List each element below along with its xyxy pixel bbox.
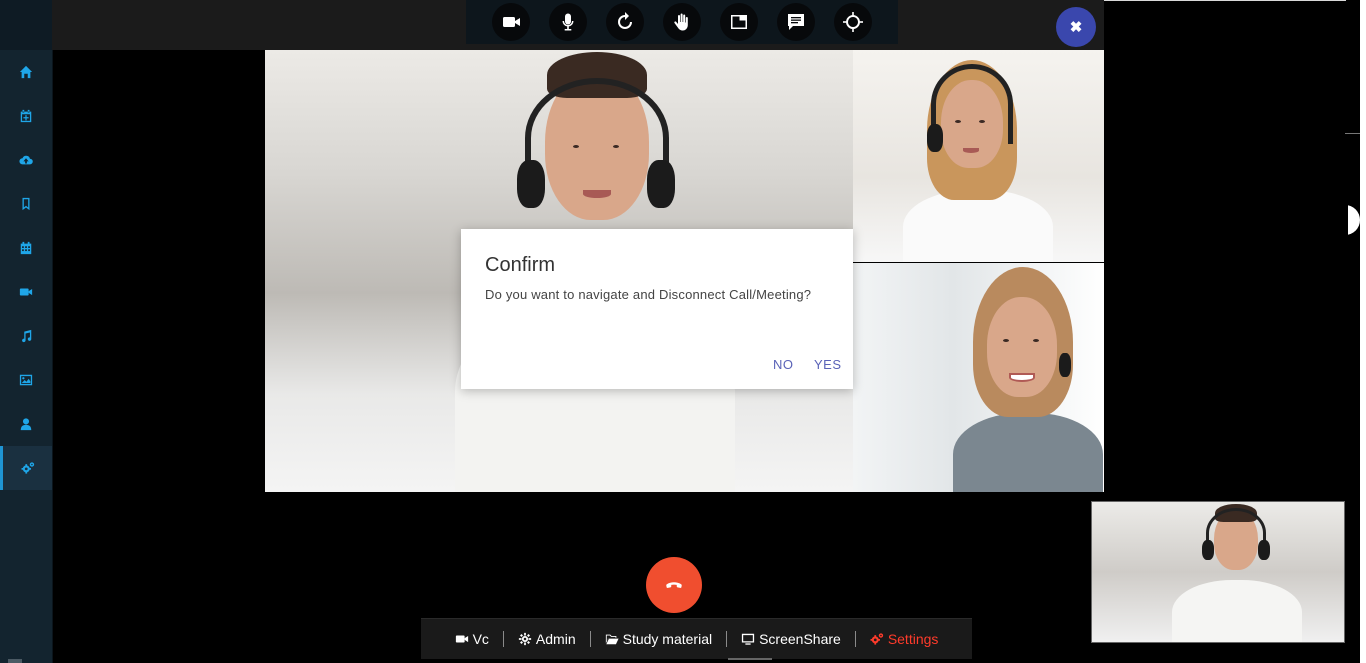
calendar-plus-icon	[20, 109, 32, 123]
camera-toggle-button[interactable]	[491, 3, 530, 41]
handle-mask	[1330, 200, 1348, 240]
video-icon	[19, 288, 33, 296]
calendar-icon	[20, 241, 32, 255]
user-icon	[20, 418, 32, 431]
self-preview-video[interactable]	[1091, 501, 1345, 643]
cogs-icon	[870, 633, 883, 645]
tab-admin-label: Admin	[535, 631, 576, 647]
close-icon: ✖	[1069, 19, 1083, 36]
sidebar-item-music[interactable]	[0, 314, 52, 358]
tab-vc[interactable]: Vc	[441, 631, 503, 647]
layout-icon	[731, 15, 748, 29]
cloud-upload-icon	[19, 155, 33, 165]
close-call-button[interactable]: ✖	[1056, 7, 1096, 47]
hang-up-icon	[666, 582, 682, 588]
dialog-title: Confirm	[485, 254, 556, 276]
tab-settings-label: Settings	[887, 631, 939, 647]
tab-screenshare[interactable]: ScreenShare	[727, 631, 855, 647]
sidebar-item-upload[interactable]	[0, 138, 52, 182]
cogs-icon	[21, 462, 34, 474]
sidebar-item-gallery[interactable]	[0, 358, 52, 402]
sidebar-item-video[interactable]	[0, 270, 52, 314]
video-camera-icon	[455, 635, 468, 643]
image-icon	[19, 374, 33, 386]
focus-button[interactable]	[834, 3, 873, 41]
mic-toggle-button[interactable]	[548, 3, 587, 41]
home-icon	[19, 65, 33, 79]
refresh-button[interactable]	[605, 3, 644, 41]
bookmark-icon	[22, 197, 30, 211]
raise-hand-button[interactable]	[662, 3, 701, 41]
participant-video-2[interactable]	[853, 50, 1104, 262]
tab-screenshare-label: ScreenShare	[759, 631, 841, 647]
gear-icon	[518, 632, 532, 646]
tab-settings[interactable]: Settings	[856, 631, 953, 647]
divider	[1104, 0, 1346, 1]
sidebar-item-home[interactable]	[0, 50, 52, 94]
bottom-tab-bar: Vc Admin Study material ScreenShare Sett…	[421, 618, 972, 659]
participant-avatar-woman-1	[903, 50, 1053, 262]
crosshair-icon	[843, 12, 864, 32]
sidebar-item-bookmarks[interactable]	[0, 182, 52, 226]
microphone-icon	[562, 13, 574, 31]
tab-vc-label: Vc	[472, 631, 489, 647]
window-edge	[1360, 0, 1366, 663]
participant-video-3[interactable]	[853, 263, 1104, 492]
sidebar-item-profile[interactable]	[0, 402, 52, 446]
raise-hand-icon	[674, 13, 688, 31]
sidebar-item-settings[interactable]	[0, 446, 52, 490]
music-icon	[22, 329, 32, 343]
folder-open-icon	[605, 634, 619, 645]
sidebar-item-add-event[interactable]	[0, 94, 52, 138]
video-camera-icon	[502, 17, 520, 27]
dialog-message: Do you want to navigate and Disconnect C…	[485, 287, 812, 302]
participant-avatar-woman-2	[943, 263, 1103, 492]
sidebar	[0, 0, 53, 663]
tab-admin[interactable]: Admin	[504, 631, 590, 647]
sidebar-header	[0, 0, 52, 50]
confirm-dialog: Confirm Do you want to navigate and Disc…	[461, 229, 853, 389]
sidebar-item-calendar[interactable]	[0, 226, 52, 270]
no-button[interactable]: NO	[773, 357, 794, 372]
sidebar-scroll-indicator	[8, 659, 22, 663]
layout-toggle-button[interactable]	[720, 3, 759, 41]
chat-button[interactable]	[777, 3, 816, 41]
call-toolbar	[466, 0, 898, 44]
monitor-icon	[741, 633, 755, 645]
self-avatar	[1172, 502, 1302, 642]
scroll-indicator	[728, 658, 772, 660]
refresh-icon	[617, 12, 632, 29]
tab-study-label: Study material	[622, 631, 713, 647]
end-call-button[interactable]	[646, 557, 702, 613]
yes-button[interactable]: YES	[814, 357, 842, 372]
chat-icon	[788, 14, 805, 30]
tab-study-material[interactable]: Study material	[591, 631, 726, 647]
